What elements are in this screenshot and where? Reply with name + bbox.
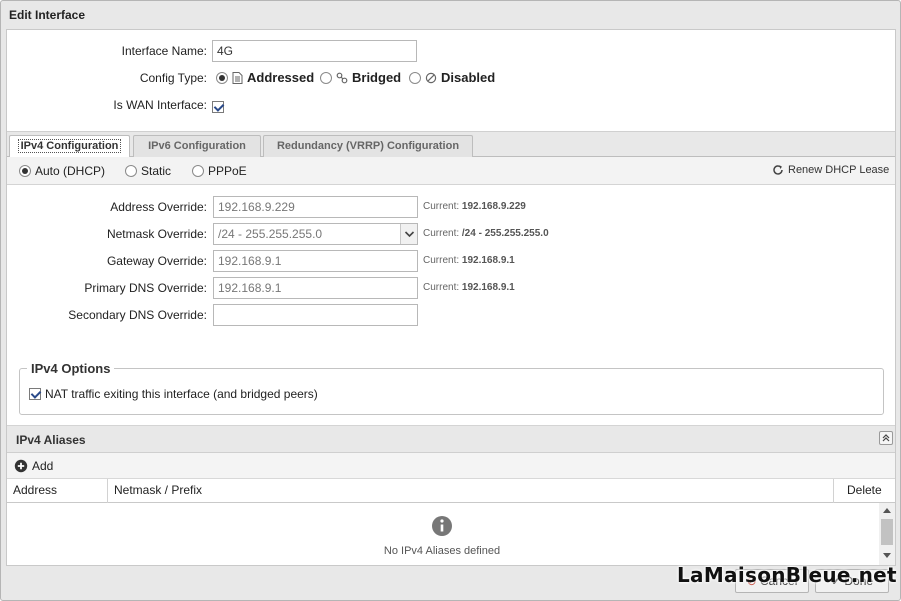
ipv4-mode-bar: Auto (DHCP) Static PPPoE Renew DHCP Leas… bbox=[7, 157, 895, 185]
link-icon bbox=[336, 72, 348, 83]
primary-dns-current: Current: 192.168.9.1 bbox=[423, 282, 515, 293]
config-type-addressed[interactable]: Addressed bbox=[216, 70, 314, 85]
address-current: Current: 192.168.9.229 bbox=[423, 201, 526, 212]
refresh-icon bbox=[773, 165, 783, 175]
address-override-label: Address Override: bbox=[110, 200, 207, 214]
collapse-icon bbox=[882, 434, 890, 442]
column-delete[interactable]: Delete bbox=[834, 479, 895, 503]
watermark-text: LaMaisonBleue.net bbox=[677, 563, 897, 587]
scrollbar-thumb[interactable] bbox=[881, 519, 893, 545]
mode-pppoe[interactable]: PPPoE bbox=[192, 164, 247, 178]
netmask-current: Current: /24 - 255.255.255.0 bbox=[423, 228, 549, 239]
primary-dns-label: Primary DNS Override: bbox=[84, 281, 207, 295]
is-wan-checkbox[interactable] bbox=[212, 100, 224, 113]
window-content: Interface Name: 4G Config Type: Addresse… bbox=[6, 29, 896, 566]
renew-dhcp-label: Renew DHCP Lease bbox=[788, 164, 890, 176]
config-type-label: Config Type: bbox=[139, 71, 207, 85]
aliases-toolbar: Add bbox=[7, 453, 895, 479]
tab-ipv6-configuration[interactable]: IPv6 Configuration bbox=[133, 135, 261, 158]
config-type-bridged[interactable]: Bridged bbox=[320, 70, 401, 85]
ipv4-aliases-header: IPv4 Aliases bbox=[7, 425, 895, 453]
static-label: Static bbox=[141, 164, 172, 178]
plus-circle-icon bbox=[14, 459, 28, 473]
addressed-label: Addressed bbox=[247, 70, 315, 85]
scroll-up-icon[interactable] bbox=[883, 507, 891, 513]
aliases-scrollbar[interactable] bbox=[879, 503, 895, 565]
column-netmask-prefix[interactable]: Netmask / Prefix bbox=[108, 479, 834, 503]
aliases-grid-body: No IPv4 Aliases defined bbox=[7, 503, 895, 565]
collapse-button[interactable] bbox=[879, 431, 893, 445]
config-tabs: IPv4 Configuration IPv6 Configuration Re… bbox=[7, 131, 895, 159]
pppoe-radio[interactable] bbox=[192, 165, 204, 177]
disabled-radio[interactable] bbox=[409, 71, 421, 84]
tab-redundancy-configuration[interactable]: Redundancy (VRRP) Configuration bbox=[263, 135, 473, 158]
netmask-dropdown-toggle[interactable] bbox=[400, 224, 417, 244]
chevron-down-icon bbox=[404, 231, 415, 238]
ipv4-aliases-title: IPv4 Aliases bbox=[16, 433, 86, 447]
nat-checkbox[interactable] bbox=[29, 388, 41, 400]
mode-auto-dhcp[interactable]: Auto (DHCP) bbox=[19, 164, 105, 178]
netmask-override-value: /24 - 255.255.255.0 bbox=[218, 227, 323, 241]
is-wan-label: Is WAN Interface: bbox=[113, 98, 207, 112]
info-icon bbox=[432, 516, 452, 536]
add-alias-button[interactable]: Add bbox=[14, 459, 53, 473]
pppoe-label: PPPoE bbox=[208, 164, 247, 178]
nat-label: NAT traffic exiting this interface (and … bbox=[45, 387, 318, 401]
window-title: Edit Interface bbox=[9, 8, 86, 22]
auto-dhcp-label: Auto (DHCP) bbox=[35, 164, 106, 178]
ban-icon bbox=[425, 72, 437, 83]
ipv4-options-legend: IPv4 Options bbox=[27, 361, 115, 376]
addressed-radio[interactable] bbox=[216, 71, 228, 84]
gateway-override-input[interactable]: 192.168.9.1 bbox=[213, 250, 418, 272]
gateway-current: Current: 192.168.9.1 bbox=[423, 255, 515, 266]
nat-option[interactable]: NAT traffic exiting this interface (and … bbox=[29, 387, 318, 401]
add-alias-label: Add bbox=[32, 459, 54, 473]
secondary-dns-label: Secondary DNS Override: bbox=[68, 308, 207, 322]
config-type-disabled[interactable]: Disabled bbox=[409, 70, 495, 85]
disabled-label: Disabled bbox=[441, 70, 496, 85]
secondary-dns-input[interactable] bbox=[213, 304, 418, 326]
edit-interface-window: Edit Interface Interface Name: 4G Config… bbox=[0, 0, 901, 601]
primary-dns-input[interactable]: 192.168.9.1 bbox=[213, 277, 418, 299]
netmask-override-select[interactable]: /24 - 255.255.255.0 bbox=[213, 223, 418, 245]
auto-dhcp-radio[interactable] bbox=[19, 165, 31, 177]
netmask-override-label: Netmask Override: bbox=[106, 227, 207, 241]
bridged-label: Bridged bbox=[352, 70, 402, 85]
column-address[interactable]: Address bbox=[7, 479, 108, 503]
renew-dhcp-button[interactable]: Renew DHCP Lease bbox=[772, 164, 889, 176]
scroll-down-icon[interactable] bbox=[883, 553, 891, 559]
mode-static[interactable]: Static bbox=[125, 164, 171, 178]
interface-name-input[interactable]: 4G bbox=[212, 40, 417, 62]
document-icon bbox=[232, 71, 243, 84]
bridged-radio[interactable] bbox=[320, 71, 332, 84]
address-override-input[interactable]: 192.168.9.229 bbox=[213, 196, 418, 218]
gateway-override-label: Gateway Override: bbox=[106, 254, 207, 268]
aliases-grid-header: Address Netmask / Prefix Delete bbox=[7, 479, 895, 503]
tab-ipv4-configuration[interactable]: IPv4 Configuration bbox=[9, 135, 130, 159]
empty-aliases-text: No IPv4 Aliases defined bbox=[383, 545, 501, 557]
static-radio[interactable] bbox=[125, 165, 137, 177]
interface-name-label: Interface Name: bbox=[121, 44, 207, 58]
